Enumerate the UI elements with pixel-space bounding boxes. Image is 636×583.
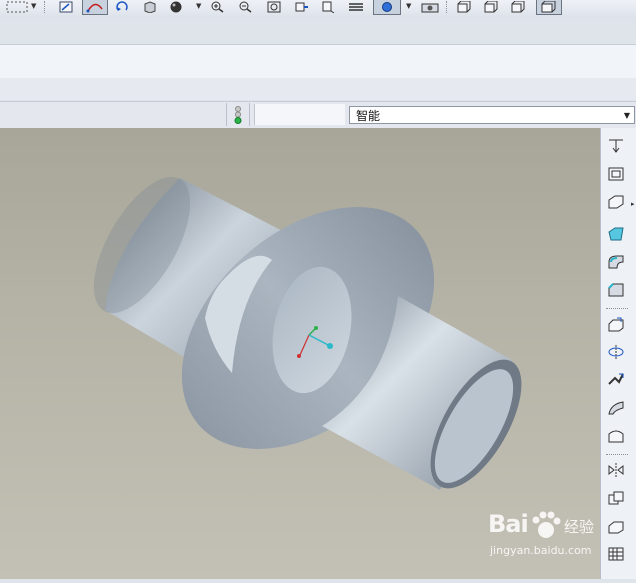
- revolve-icon[interactable]: [605, 342, 627, 362]
- spin-view-icon[interactable]: [114, 0, 130, 14]
- refit-icon[interactable]: [266, 0, 282, 14]
- trim-icon[interactable]: [605, 516, 627, 536]
- orient-view-icon[interactable]: [142, 0, 158, 14]
- shading-sphere-icon[interactable]: [168, 0, 184, 14]
- chevron-down-icon[interactable]: ▼: [620, 111, 634, 120]
- display-dropdown-icon[interactable]: ▼: [406, 2, 411, 10]
- status-message-field: [254, 104, 345, 125]
- rib-dropdown-icon[interactable]: ▸: [631, 200, 635, 208]
- zoom-out-icon[interactable]: [238, 0, 254, 14]
- zoom-in-icon[interactable]: [210, 0, 226, 14]
- dashboard-area: [0, 78, 636, 100]
- graphics-viewport[interactable]: [0, 128, 600, 579]
- tube-model[interactable]: [0, 128, 600, 579]
- merge-icon[interactable]: [605, 488, 627, 508]
- selection-filter-value: 智能: [356, 108, 381, 123]
- back-view-icon[interactable]: [483, 0, 499, 14]
- toolbar-separator: [44, 1, 45, 13]
- main-toolbar: ▼ ▼ ▼: [0, 0, 636, 18]
- blend-icon[interactable]: [605, 398, 627, 418]
- front-view-icon[interactable]: [456, 0, 472, 14]
- datum-point-icon[interactable]: [373, 0, 401, 15]
- toolbar-separator: [446, 1, 447, 13]
- extrude-icon[interactable]: [605, 314, 627, 334]
- regeneration-status-icon[interactable]: [226, 103, 250, 126]
- rib-icon[interactable]: [605, 192, 627, 212]
- shell-icon[interactable]: [605, 164, 627, 184]
- saved-views-icon[interactable]: [320, 0, 336, 14]
- select-box-icon[interactable]: [5, 0, 29, 14]
- datum-curve-icon[interactable]: [82, 0, 108, 15]
- toolbar-separator: [606, 308, 628, 309]
- selection-filter-select[interactable]: 智能 ▼: [349, 106, 635, 124]
- message-area: [0, 44, 636, 79]
- chamfer-icon[interactable]: [605, 280, 627, 300]
- dropdown-arrow-icon[interactable]: ▼: [31, 2, 36, 10]
- toolbar-separator: [606, 454, 628, 455]
- layers-icon[interactable]: [348, 0, 364, 14]
- shading-dropdown-icon[interactable]: ▼: [196, 2, 201, 10]
- feature-toolbar: ▸: [600, 128, 636, 579]
- pattern-icon[interactable]: [605, 544, 627, 564]
- sketch-icon[interactable]: [58, 0, 74, 14]
- status-bar: 智能 ▼: [0, 101, 636, 128]
- draft-icon[interactable]: [605, 224, 627, 244]
- view-manager-icon[interactable]: [294, 0, 310, 14]
- mirror-icon[interactable]: [605, 460, 627, 480]
- boundary-blend-icon[interactable]: [605, 426, 627, 446]
- right-view-icon[interactable]: [510, 0, 526, 14]
- camera-icon[interactable]: [420, 0, 440, 14]
- round-icon[interactable]: [605, 252, 627, 272]
- sweep-icon[interactable]: [605, 370, 627, 390]
- hole-icon[interactable]: [605, 136, 627, 156]
- left-view-icon[interactable]: [536, 0, 562, 15]
